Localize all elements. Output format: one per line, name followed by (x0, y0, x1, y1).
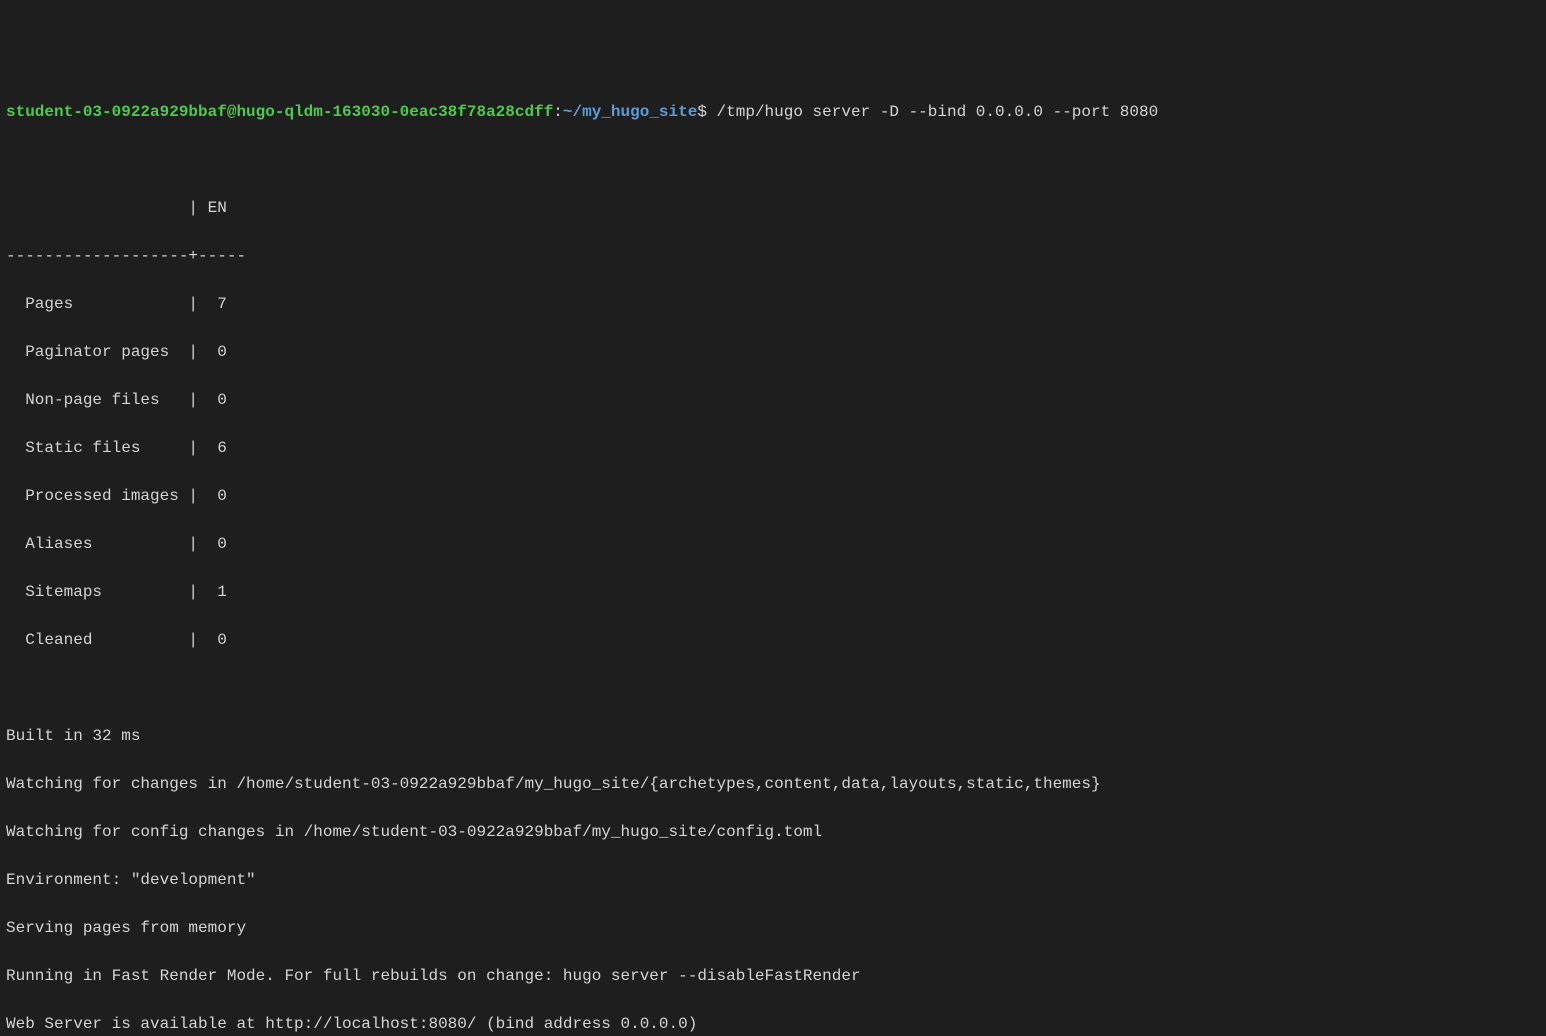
environment-message: Environment: "development" (6, 868, 1540, 892)
table-row: Paginator pages | 0 (6, 340, 1540, 364)
watching-config-message: Watching for config changes in /home/stu… (6, 820, 1540, 844)
blank-line (6, 676, 1540, 700)
table-row: Sitemaps | 1 (6, 580, 1540, 604)
table-row: Static files | 6 (6, 436, 1540, 460)
serving-message: Serving pages from memory (6, 916, 1540, 940)
command-text: /tmp/hugo server -D --bind 0.0.0.0 --por… (707, 103, 1158, 121)
prompt-dollar: $ (697, 103, 707, 121)
table-row: Processed images | 0 (6, 484, 1540, 508)
webserver-message: Web Server is available at http://localh… (6, 1012, 1540, 1036)
prompt-path: ~/my_hugo_site (563, 103, 697, 121)
table-row: Non-page files | 0 (6, 388, 1540, 412)
watching-message: Watching for changes in /home/student-03… (6, 772, 1540, 796)
table-separator: -------------------+----- (6, 244, 1540, 268)
table-row: Aliases | 0 (6, 532, 1540, 556)
prompt-colon: : (553, 103, 563, 121)
prompt-line[interactable]: student-03-0922a929bbaf@hugo-qldm-163030… (6, 100, 1540, 124)
table-header: | EN (6, 196, 1540, 220)
fastrender-message: Running in Fast Render Mode. For full re… (6, 964, 1540, 988)
table-row: Cleaned | 0 (6, 628, 1540, 652)
prompt-user-host: student-03-0922a929bbaf@hugo-qldm-163030… (6, 103, 553, 121)
blank-line (6, 148, 1540, 172)
built-message: Built in 32 ms (6, 724, 1540, 748)
table-row: Pages | 7 (6, 292, 1540, 316)
